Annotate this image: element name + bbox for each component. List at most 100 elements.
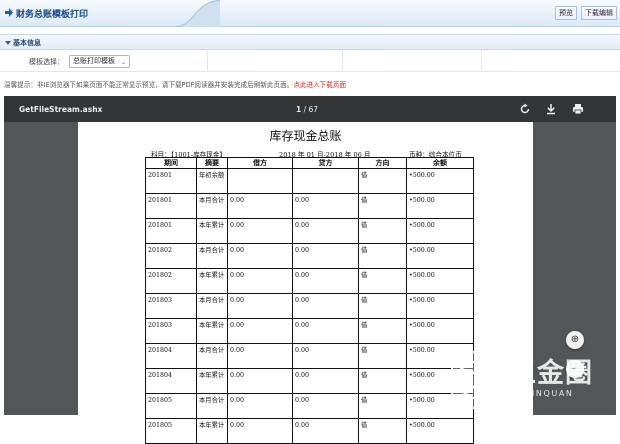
credit-cell: 0.00 [292,368,359,394]
table-row: 201804 本年累计 0.00 0.00 借 •500.00 [145,368,474,394]
form-divider [207,51,208,72]
table-row: 201803 本年累计 0.00 0.00 借 •500.00 [145,318,474,344]
page-separator: / [303,105,307,114]
template-select-row: 模板选择： 总账打印模板 ⌄ [0,51,620,72]
column-header: 摘要 [196,157,228,169]
period-cell: 201803 [145,293,197,319]
credit-cell: 0.00 [292,418,359,444]
direction-cell: 借 [358,243,407,269]
direction-cell: 借 [358,193,407,219]
summary-cell: 本月合计 [196,193,228,219]
section-title: 基本信息 [13,39,41,47]
template-select[interactable]: 总账打印模板 ⌄ [69,55,130,68]
balance-cell: •500.00 [406,318,474,344]
summary-cell: 本年累计 [196,218,228,244]
table-row: 201802 本年累计 0.00 0.00 借 •500.00 [145,268,474,294]
credit-cell: 0.00 [292,218,359,244]
download-icon[interactable] [545,103,557,115]
credit-cell: 0.00 [292,318,359,344]
tip-text: 温馨提示：非IE浏览器下如果页面不能正常显示预览，请下载PDF阅读器并安装完成后… [4,81,294,89]
document-title: 库存现金总账 [269,129,342,143]
watermark-logo: 五金圈 WUJINQUAN [447,347,617,413]
total-pages: 67 [308,105,319,114]
credit-cell: 0.00 [292,343,359,369]
table-row: 201805 本年累计 0.00 0.00 借 •500.00 [145,418,474,444]
direction-cell: 借 [358,343,407,369]
debit-cell [227,168,293,194]
column-header: 贷方 [292,157,359,169]
balance-cell: •500.00 [406,418,474,444]
watermark-text: 五金圈 [509,358,593,389]
form-divider [342,51,343,72]
column-header: 期间 [145,157,197,169]
debit-cell: 0.00 [227,318,293,344]
warning-tip: 温馨提示：非IE浏览器下如果页面不能正常显示预览，请下载PDF阅读器并安装完成后… [4,79,346,89]
header-tab-curve [176,0,220,27]
period-cell: 201805 [145,418,197,444]
arrow-right-icon [5,8,13,17]
debit-cell: 0.00 [227,343,293,369]
table-row: 201801 年初余额 借 •500.00 [145,168,474,194]
column-header: 方向 [358,157,407,169]
direction-cell: 借 [358,368,407,394]
preview-button[interactable]: 预览 [555,6,577,20]
fit-page-icon: ⊕ [570,334,580,345]
period-cell: 201801 [145,193,197,219]
table-row: 201801 本年累计 0.00 0.00 借 •500.00 [145,218,474,244]
summary-cell: 本月合计 [196,343,228,369]
summary-cell: 本月合计 [196,293,228,319]
rotate-icon[interactable] [519,103,531,115]
debit-cell: 0.00 [227,293,293,319]
direction-cell: 借 [358,218,407,244]
template-select-value: 总账打印模板 [73,57,115,65]
triangle-down-icon [5,41,11,45]
debit-cell: 0.00 [227,368,293,394]
debit-cell: 0.00 [227,218,293,244]
credit-cell: 0.00 [292,268,359,294]
summary-cell: 本月合计 [196,243,228,269]
balance-cell: •500.00 [406,268,474,294]
debit-cell: 0.00 [227,268,293,294]
direction-cell: 借 [358,168,407,194]
page-indicator: 1 / 67 [296,105,318,114]
print-icon[interactable] [572,103,584,115]
balance-cell: •500.00 [406,218,474,244]
table-row: 201804 本月合计 0.00 0.00 借 •500.00 [145,343,474,369]
period-cell: 201802 [145,243,197,269]
direction-cell: 借 [358,418,407,444]
download-edit-button[interactable]: 下载编辑 [581,6,617,20]
period-cell: 201804 [145,343,197,369]
current-page-input[interactable]: 1 [296,105,301,114]
chevron-down-icon: ⌄ [120,59,126,66]
pdf-toolbar: GetFileStream.ashx 1 / 67 [4,96,616,122]
page-title: 财务总账模板打印 [16,10,89,20]
form-divider [481,51,482,72]
summary-cell: 本年累计 [196,318,228,344]
period-cell: 201801 [145,218,197,244]
period-cell: 201801 [145,168,197,194]
direction-cell: 借 [358,268,407,294]
pdf-filename: GetFileStream.ashx [19,105,103,114]
ledger-table: 期间 摘要 借方 贷方 方向 余额 201801 年初余额借 •500.00 2018… [145,157,474,444]
download-page-link[interactable]: 点此进入下载页面 [293,81,346,89]
ledger-header-row: 期间 摘要 借方 贷方 方向 余额 [145,157,474,169]
page-header: 财务总账模板打印 预览 下载编辑 [0,0,620,27]
debit-cell: 0.00 [227,243,293,269]
summary-cell: 年初余额 [196,168,228,194]
balance-cell: •500.00 [406,193,474,219]
template-label: 模板选择： [29,58,64,66]
debit-cell: 0.00 [227,418,293,444]
summary-cell: 本年累计 [196,368,228,394]
summary-cell: 本年累计 [196,418,228,444]
basic-info-section-header[interactable]: 基本信息 [0,34,620,50]
direction-cell: 借 [358,293,407,319]
table-row: 201803 本月合计 0.00 0.00 借 •500.00 [145,293,474,319]
balance-cell: •500.00 [406,168,474,194]
debit-cell: 0.00 [227,193,293,219]
balance-cell: •500.00 [406,293,474,319]
balance-cell: •500.00 [406,243,474,269]
table-row: 201802 本月合计 0.00 0.00 借 •500.00 [145,243,474,269]
period-cell: 201804 [145,368,197,394]
period-cell: 201803 [145,318,197,344]
table-row: 201801 本月合计 0.00 0.00 借 •500.00 [145,193,474,219]
